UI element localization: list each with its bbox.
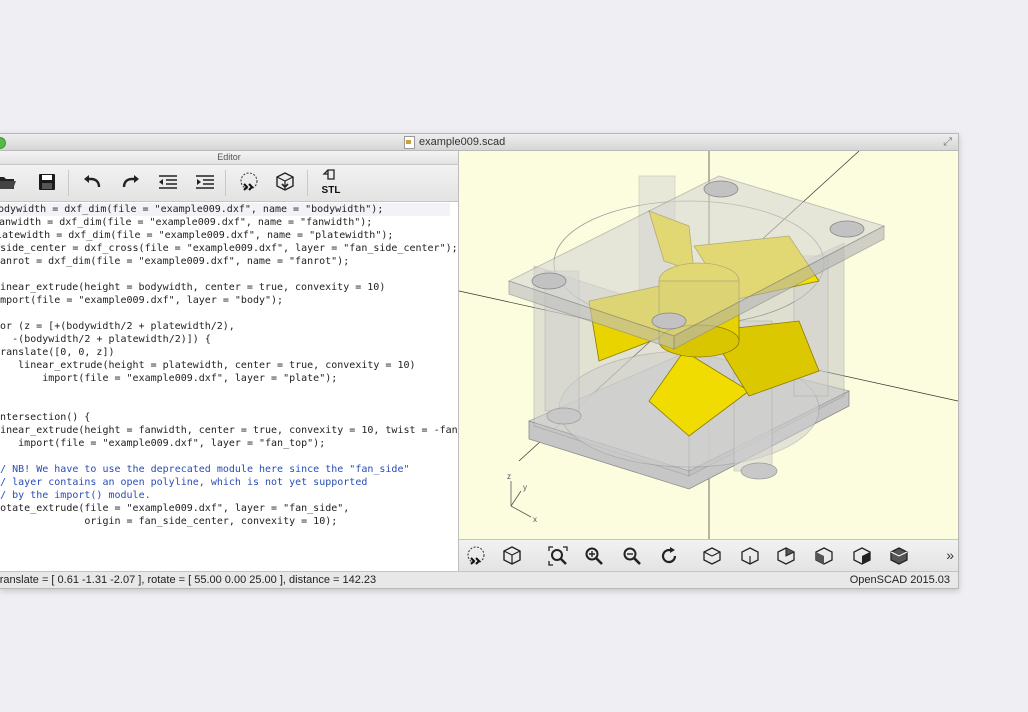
axis-label-z: z [507, 472, 511, 481]
unindent-icon[interactable] [155, 169, 181, 195]
preview-icon[interactable] [463, 543, 489, 569]
save-icon[interactable] [34, 169, 60, 195]
code-editor[interactable]: bodywidth = dxf_dim(file = "example009.d… [0, 202, 458, 571]
render-icon[interactable] [272, 169, 298, 195]
version-label: OpenSCAD 2015.03 [849, 574, 950, 586]
toolbar-separator [68, 170, 69, 196]
code-comment: // by the import() module. [0, 490, 151, 501]
viewer-toolbar: » [459, 539, 958, 572]
document-icon [404, 135, 415, 149]
code-line: import(file = "example009.dxf", layer = … [0, 438, 326, 449]
render-icon[interactable] [499, 543, 525, 569]
view-right-icon[interactable] [811, 543, 837, 569]
code-line: linear_extrude(height = platewidth, cent… [0, 360, 416, 371]
title-bar[interactable]: example009.scad ⤢ [0, 134, 958, 151]
code-line: import(file = "example009.dxf", layer = … [0, 373, 338, 384]
reset-view-icon[interactable] [656, 543, 682, 569]
view-left-icon[interactable] [773, 543, 799, 569]
code-line: bodywidth = dxf_dim(file = "example009.d… [0, 203, 450, 216]
view-bottom-icon[interactable] [737, 543, 763, 569]
code-line: fan_side_center = dxf_cross(file = "exam… [0, 243, 458, 254]
code-line: fanwidth = dxf_dim(file = "example009.dx… [0, 217, 373, 228]
code-line: for (z = [+(bodywidth/2 + platewidth/2), [0, 321, 235, 332]
indent-icon[interactable] [192, 169, 218, 195]
code-comment: // NB! We have to use the deprecated mod… [0, 464, 410, 475]
code-line: -(bodywidth/2 + platewidth/2)]) { [12, 334, 211, 345]
code-line: origin = fan_side_center, convexity = 10… [0, 516, 338, 527]
code-line: import(file = "example009.dxf", layer = … [0, 295, 284, 306]
window-title: example009.scad [419, 136, 506, 148]
code-comment: // layer contains an open polyline, whic… [0, 477, 368, 488]
zoom-in-icon[interactable] [581, 543, 607, 569]
view-top-icon[interactable] [699, 543, 725, 569]
redo-icon[interactable] [117, 169, 143, 195]
viewport-status: Viewport: translate = [ 0.61 -1.31 -2.07… [0, 574, 377, 586]
code-line: fanrot = dxf_dim(file = "example009.dxf"… [0, 256, 350, 267]
editor-panel: Editor STL bodywidth = dxf_dim(file = "e… [0, 151, 459, 571]
editor-header: Editor [0, 151, 458, 165]
export-stl-label: STL [322, 185, 341, 195]
code-line: translate([0, 0, z]) [0, 347, 115, 358]
zoom-out-icon[interactable] [619, 543, 645, 569]
editor-toolbar: STL [0, 165, 458, 202]
toolbar-separator [225, 170, 226, 196]
undo-icon[interactable] [80, 169, 106, 195]
view-front-icon[interactable] [849, 543, 875, 569]
toolbar-overflow-button[interactable]: » [946, 547, 954, 563]
openscad-window: example009.scad ⤢ Editor STL bodywidth =… [0, 133, 959, 589]
code-line: platewidth = dxf_dim(file = "example009.… [0, 230, 394, 241]
open-file-icon[interactable] [0, 169, 20, 195]
window-title-group: example009.scad [404, 135, 505, 149]
view-back-icon[interactable] [886, 543, 912, 569]
window-zoom-button[interactable] [0, 137, 6, 149]
3d-model-render: z y x [459, 151, 958, 539]
code-line: linear_extrude(height = bodywidth, cente… [0, 282, 386, 293]
axis-label-y: y [523, 483, 527, 492]
toolbar-separator [307, 170, 308, 196]
status-bar: Viewport: translate = [ 0.61 -1.31 -2.07… [0, 571, 958, 588]
axis-label-x: x [533, 515, 537, 524]
fullscreen-icon[interactable]: ⤢ [943, 136, 952, 148]
code-line: intersection() { [0, 412, 91, 423]
3d-viewport[interactable]: z y x [459, 151, 958, 539]
view-all-icon[interactable] [545, 543, 571, 569]
preview-icon[interactable] [236, 169, 262, 195]
code-line: rotate_extrude(file = "example009.dxf", … [0, 503, 350, 514]
code-line: linear_extrude(height = fanwidth, center… [0, 425, 458, 436]
export-stl-icon[interactable]: STL [318, 169, 344, 195]
